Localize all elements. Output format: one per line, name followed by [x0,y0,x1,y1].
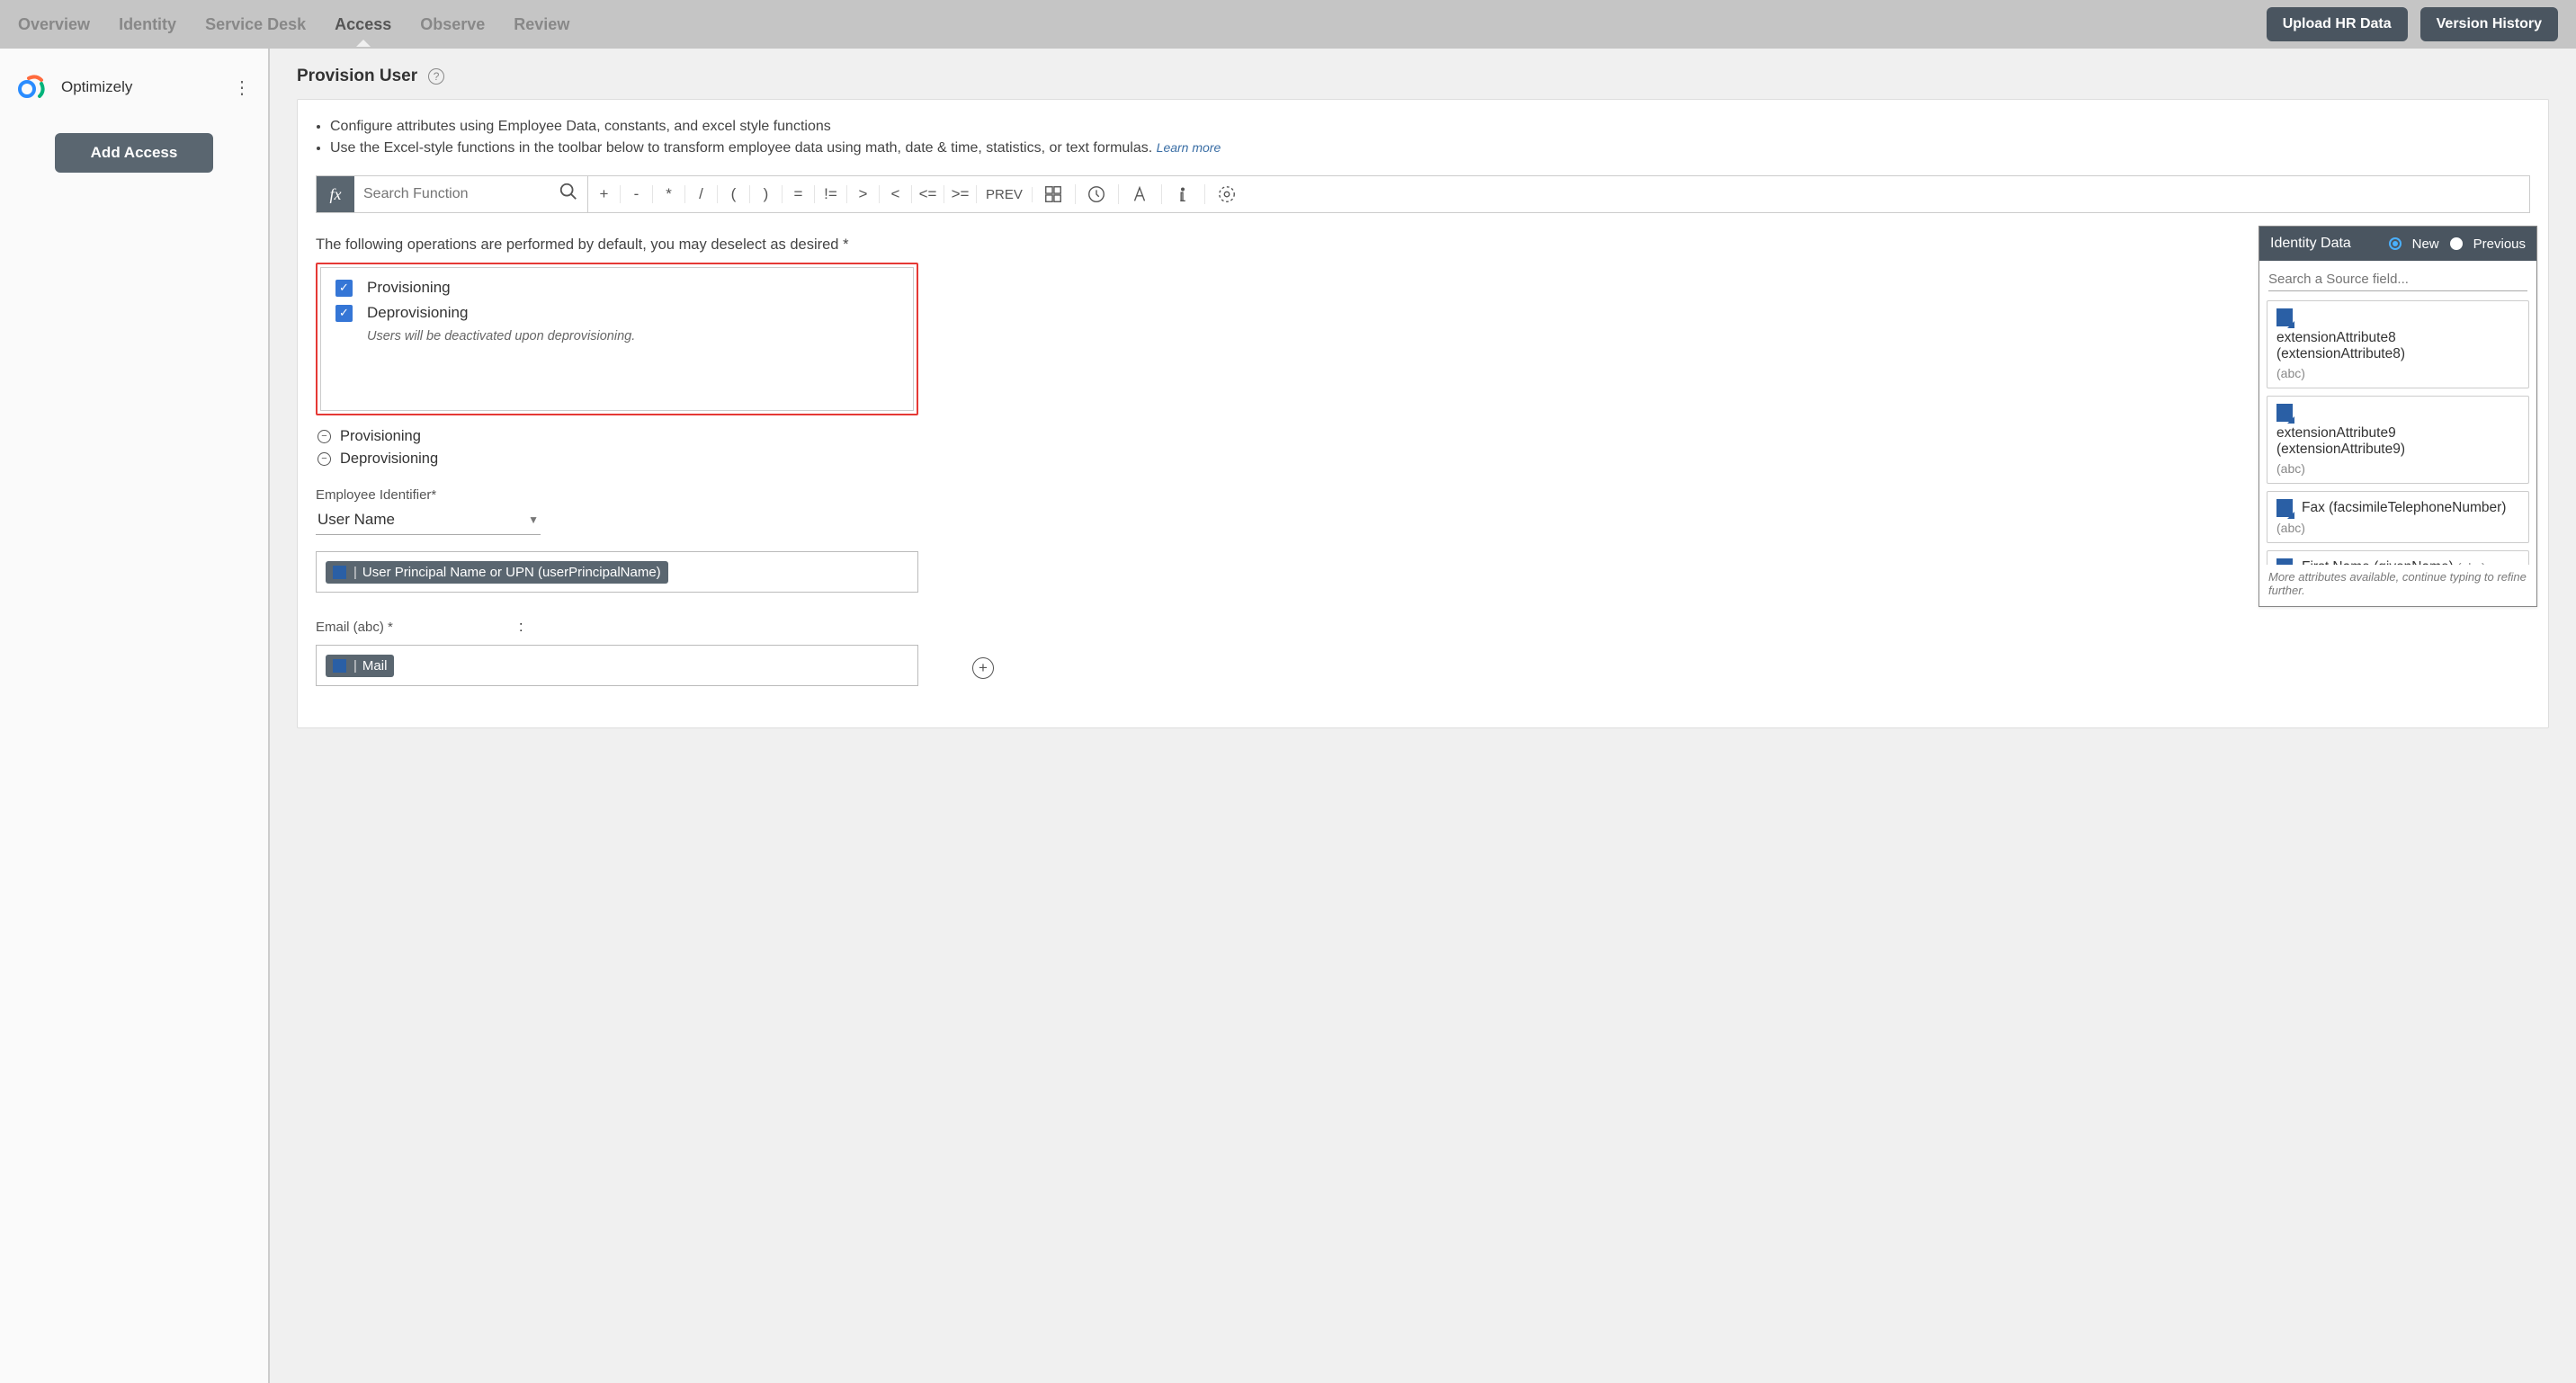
attribute-icon [2276,308,2293,326]
app-name: Optimizely [61,78,220,96]
nav-tab-service-desk[interactable]: Service Desk [205,3,306,47]
op-paren-close[interactable]: ) [750,185,783,203]
identity-item[interactable]: extensionAttribute8 (extensionAttribute8… [2267,300,2529,388]
nav-tab-identity[interactable]: Identity [119,3,176,47]
function-search[interactable] [354,176,588,212]
op-divide[interactable]: / [685,185,718,203]
attribute-icon [2276,558,2293,565]
provisioning-checkbox[interactable]: ✓ [335,280,353,297]
content-panel: Configure attributes using Employee Data… [297,99,2549,728]
nav-tabs: Overview Identity Service Desk Access Ob… [18,3,569,47]
nav-tab-overview[interactable]: Overview [18,3,90,47]
op-plus[interactable]: + [588,185,621,203]
upn-formula-input[interactable]: |User Principal Name or UPN (userPrincip… [316,551,918,593]
op-gt[interactable]: > [847,185,880,203]
page-title: Provision User [297,67,417,86]
function-search-input[interactable] [363,186,559,202]
instruction-item: Use the Excel-style functions in the too… [330,138,2530,159]
operations-intro: The following operations are performed b… [316,236,2530,254]
identity-item[interactable]: Fax (facsimileTelephoneNumber) (abc) [2267,491,2529,543]
upload-hr-data-button[interactable]: Upload HR Data [2267,7,2408,41]
identity-item[interactable]: First Name (givenName) (abc) [2267,550,2529,565]
identity-item[interactable]: extensionAttribute9 (extensionAttribute9… [2267,396,2529,484]
sidebar-app-row[interactable]: Optimizely ⋮ [0,58,268,117]
op-paren-open[interactable]: ( [718,185,750,203]
collapse-provisioning-label: Provisioning [340,428,421,445]
kebab-menu-icon[interactable]: ⋮ [233,76,252,99]
chevron-down-icon: ▼ [528,513,539,526]
collapse-deprovisioning-label: Deprovisioning [340,451,438,468]
email-label: Email (abc) * [316,620,393,635]
op-multiply[interactable]: * [653,185,685,203]
upn-token[interactable]: |User Principal Name or UPN (userPrincip… [326,561,668,584]
email-formula-input[interactable]: |Mail [316,645,918,686]
identity-item-name: First Name (givenName) [2302,559,2454,565]
identity-panel-title: Identity Data [2270,236,2389,252]
search-icon[interactable] [559,182,578,207]
op-prev[interactable]: PREV [977,187,1033,202]
datetime-category-icon[interactable] [1076,184,1119,204]
version-history-button[interactable]: Version History [2420,7,2558,41]
identity-item-type: (abc) [2276,521,2305,535]
misc-category-icon[interactable] [1205,184,1248,204]
identity-item-type: (abc) [2457,560,2486,565]
add-field-button[interactable]: + [972,657,994,679]
identity-item-type: (abc) [2276,366,2305,380]
math-category-icon[interactable] [1033,184,1076,204]
top-nav: Overview Identity Service Desk Access Ob… [0,0,2576,49]
field-chip-icon [333,566,346,579]
nav-tab-review[interactable]: Review [514,3,569,47]
info-category-icon[interactable] [1162,184,1205,204]
deprovisioning-checkbox-label: Deprovisioning [367,304,468,322]
identity-radio-new[interactable] [2389,237,2402,250]
employee-identifier-select[interactable]: User Name ▼ [316,507,541,535]
op-not-equals[interactable]: != [815,185,847,203]
attribute-icon [2276,404,2293,422]
employee-identifier-value: User Name [318,511,395,529]
fx-label: fx [317,176,354,212]
optimizely-logo-icon [16,71,49,103]
add-access-button[interactable]: Add Access [55,133,214,173]
op-lt[interactable]: < [880,185,912,203]
email-colon: : [519,618,523,636]
field-chip-icon [333,659,346,673]
provisioning-checkbox-label: Provisioning [367,279,451,297]
identity-item-name: extensionAttribute8 (extensionAttribute8… [2276,330,2519,362]
main-content: Provision User ? Configure attributes us… [270,49,2576,1383]
identity-search-input[interactable] [2268,268,2527,291]
deprovisioning-checkbox[interactable]: ✓ [335,305,353,322]
identity-radio-previous[interactable] [2450,237,2463,250]
op-lte[interactable]: <= [912,185,944,203]
text-category-icon[interactable] [1119,184,1162,204]
instructions-list: Configure attributes using Employee Data… [330,116,2530,159]
nav-tab-observe[interactable]: Observe [420,3,485,47]
function-toolbar: fx + - * / ( ) = != > < [316,175,2530,213]
op-equals[interactable]: = [783,185,815,203]
identity-item-type: (abc) [2276,461,2305,476]
identity-item-name: extensionAttribute9 (extensionAttribute9… [2276,425,2519,458]
collapse-deprovisioning-icon[interactable]: − [318,452,331,466]
identity-item-name: Fax (facsimileTelephoneNumber) [2302,500,2506,516]
employee-identifier-label: Employee Identifier* [316,487,918,503]
deprovisioning-hint: Users will be deactivated upon deprovisi… [367,329,899,344]
help-icon[interactable]: ? [428,68,444,85]
collapse-provisioning-icon[interactable]: − [318,430,331,443]
identity-attribute-list[interactable]: extensionAttribute8 (extensionAttribute8… [2259,295,2536,565]
nav-tab-access[interactable]: Access [335,3,391,47]
sidebar: Optimizely ⋮ Add Access [0,49,270,1383]
identity-footer-hint: More attributes available, continue typi… [2259,565,2536,606]
instruction-item: Configure attributes using Employee Data… [330,116,2530,138]
identity-radio-new-label: New [2412,236,2439,252]
op-minus[interactable]: - [621,185,653,203]
identity-radio-previous-label: Previous [2473,236,2526,252]
mail-token[interactable]: |Mail [326,655,394,677]
operations-box-highlighted: ✓ Provisioning ✓ Deprovisioning Users wi… [316,263,918,415]
identity-data-panel: Identity Data New Previous extensionAttr… [2258,226,2537,607]
attribute-icon [2276,499,2293,517]
learn-more-link[interactable]: Learn more [1157,140,1221,155]
op-gte[interactable]: >= [944,185,977,203]
